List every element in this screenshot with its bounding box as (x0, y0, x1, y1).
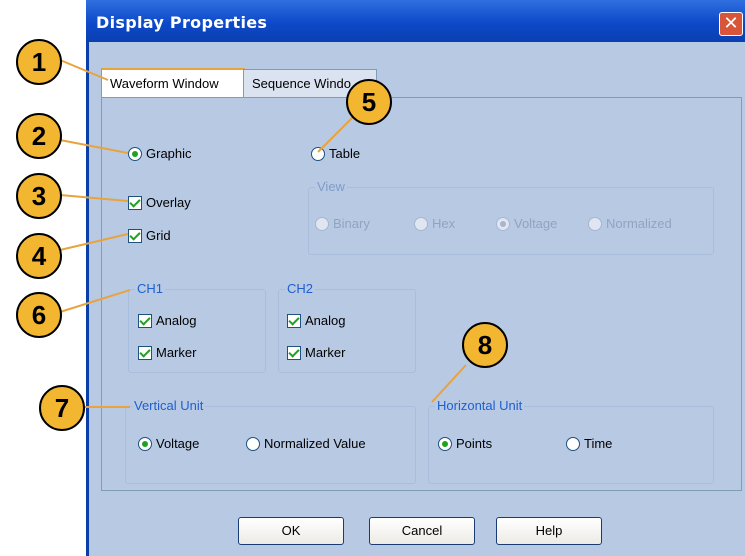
callout-2-leader (59, 139, 129, 154)
callout-badge-8: 8 (462, 322, 508, 368)
callout-badge-1: 1 (16, 39, 62, 85)
callout-6-leader (59, 289, 131, 313)
callout-badge-4: 4 (16, 233, 62, 279)
callout-badge-3: 3 (16, 173, 62, 219)
callout-4-leader (59, 233, 129, 251)
callout-badge-6: 6 (16, 292, 62, 338)
callout-8-leader (431, 364, 467, 403)
callout-badge-5: 5 (346, 79, 392, 125)
callout-badge-2: 2 (16, 113, 62, 159)
callout-badge-7: 7 (39, 385, 85, 431)
callout-3-leader (59, 194, 129, 202)
callout-1-leader (59, 59, 109, 81)
